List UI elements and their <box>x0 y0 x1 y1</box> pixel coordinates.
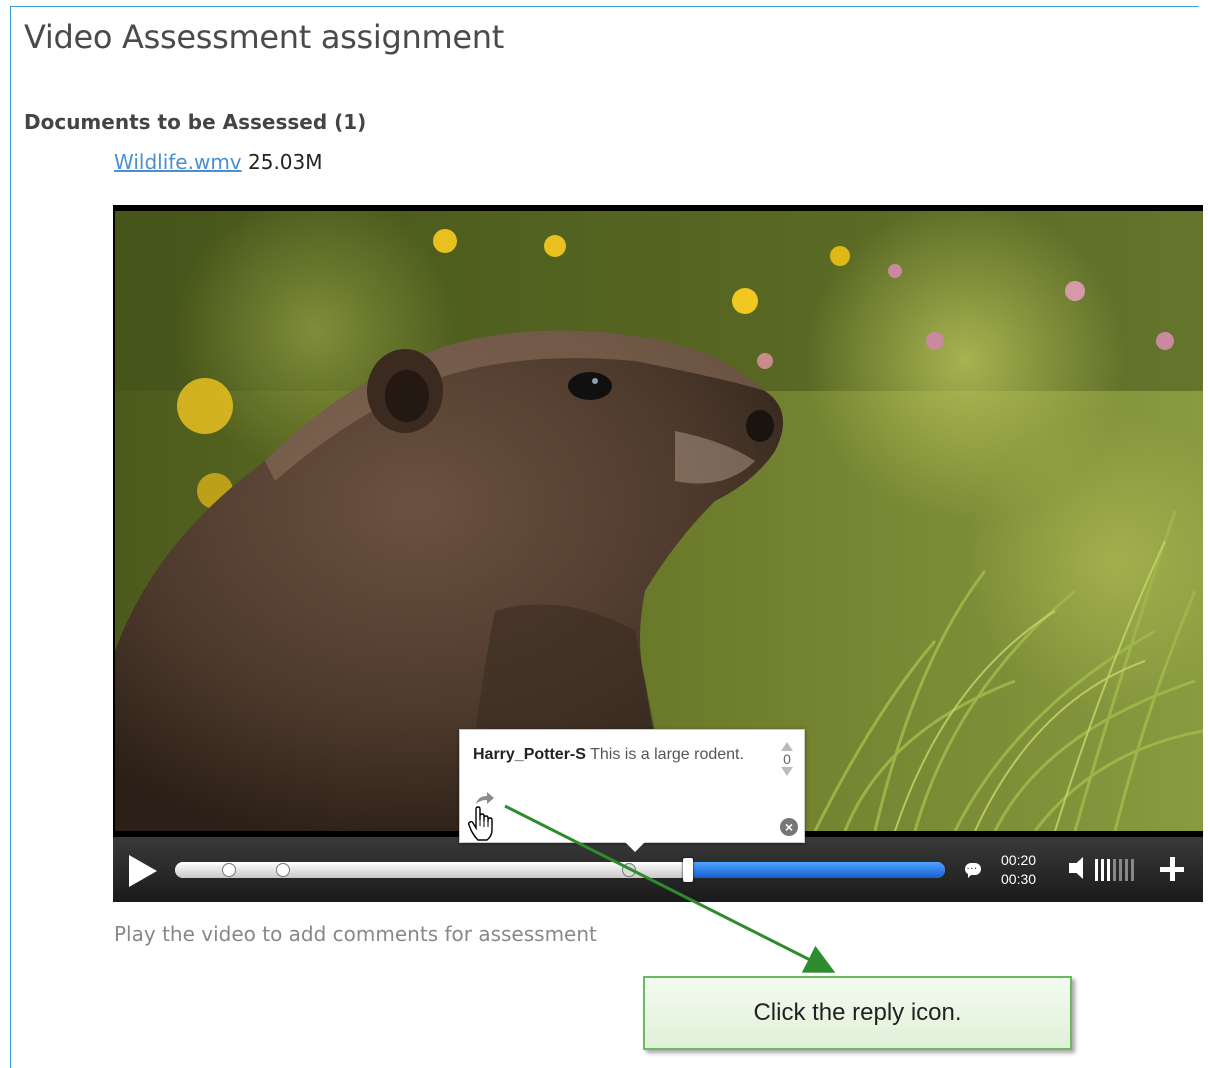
close-circle-icon[interactable]: × <box>780 818 798 836</box>
hint-text: Play the video to add comments for asses… <box>114 922 597 946</box>
comment-body: This is a large rodent. <box>590 746 744 763</box>
time-display: 00:20 00:30 <box>1001 851 1036 889</box>
progress-played <box>175 862 688 878</box>
vote-control: 0 <box>780 742 794 776</box>
comment-text-block: Harry_Potter-S This is a large rodent. <box>473 744 763 766</box>
play-icon[interactable] <box>129 855 157 887</box>
reply-arrow-icon[interactable] <box>474 790 496 806</box>
callout-text: Click the reply icon. <box>753 999 962 1026</box>
time-total: 00:30 <box>1001 871 1037 887</box>
control-bar: ··· 00:20 00:30 <box>113 837 1203 902</box>
comment-marker[interactable] <box>222 863 236 877</box>
volume-level-bar[interactable] <box>1095 859 1098 881</box>
callout-box: Click the reply icon. <box>643 976 1072 1050</box>
speech-bubble-icon[interactable]: ··· <box>965 863 981 878</box>
volume-level-bar[interactable] <box>1107 859 1110 881</box>
progress-remaining <box>688 862 945 878</box>
volume-level-bar[interactable] <box>1119 859 1122 881</box>
document-link[interactable]: Wildlife.wmv <box>114 150 242 174</box>
volume-level-bar[interactable] <box>1125 859 1128 881</box>
comment-popup: Harry_Potter-S This is a large rodent. 0… <box>459 729 805 852</box>
progress-track[interactable] <box>175 858 945 882</box>
comment-marker[interactable] <box>276 863 290 877</box>
down-arrow-icon[interactable] <box>781 767 793 776</box>
page-title: Video Assessment assignment <box>24 18 504 56</box>
section-heading: Documents to be Assessed (1) <box>24 110 367 134</box>
comment-marker[interactable] <box>622 863 636 877</box>
volume-level-bar[interactable] <box>1113 859 1116 881</box>
scrub-handle[interactable] <box>683 858 693 882</box>
document-size: 25.03M <box>248 150 323 174</box>
up-arrow-icon[interactable] <box>781 742 793 751</box>
plus-icon[interactable] <box>1160 857 1184 881</box>
volume-level-bar[interactable] <box>1131 859 1134 881</box>
time-current: 00:20 <box>1001 852 1037 868</box>
volume-level-bar[interactable] <box>1101 859 1104 881</box>
volume-control[interactable] <box>1069 857 1149 883</box>
document-line: Wildlife.wmv 25.03M <box>114 150 323 174</box>
hand-cursor-icon <box>467 806 493 841</box>
comment-username: Harry_Potter-S <box>473 746 586 763</box>
speaker-icon[interactable] <box>1069 857 1083 879</box>
vote-count: 0 <box>783 751 791 767</box>
